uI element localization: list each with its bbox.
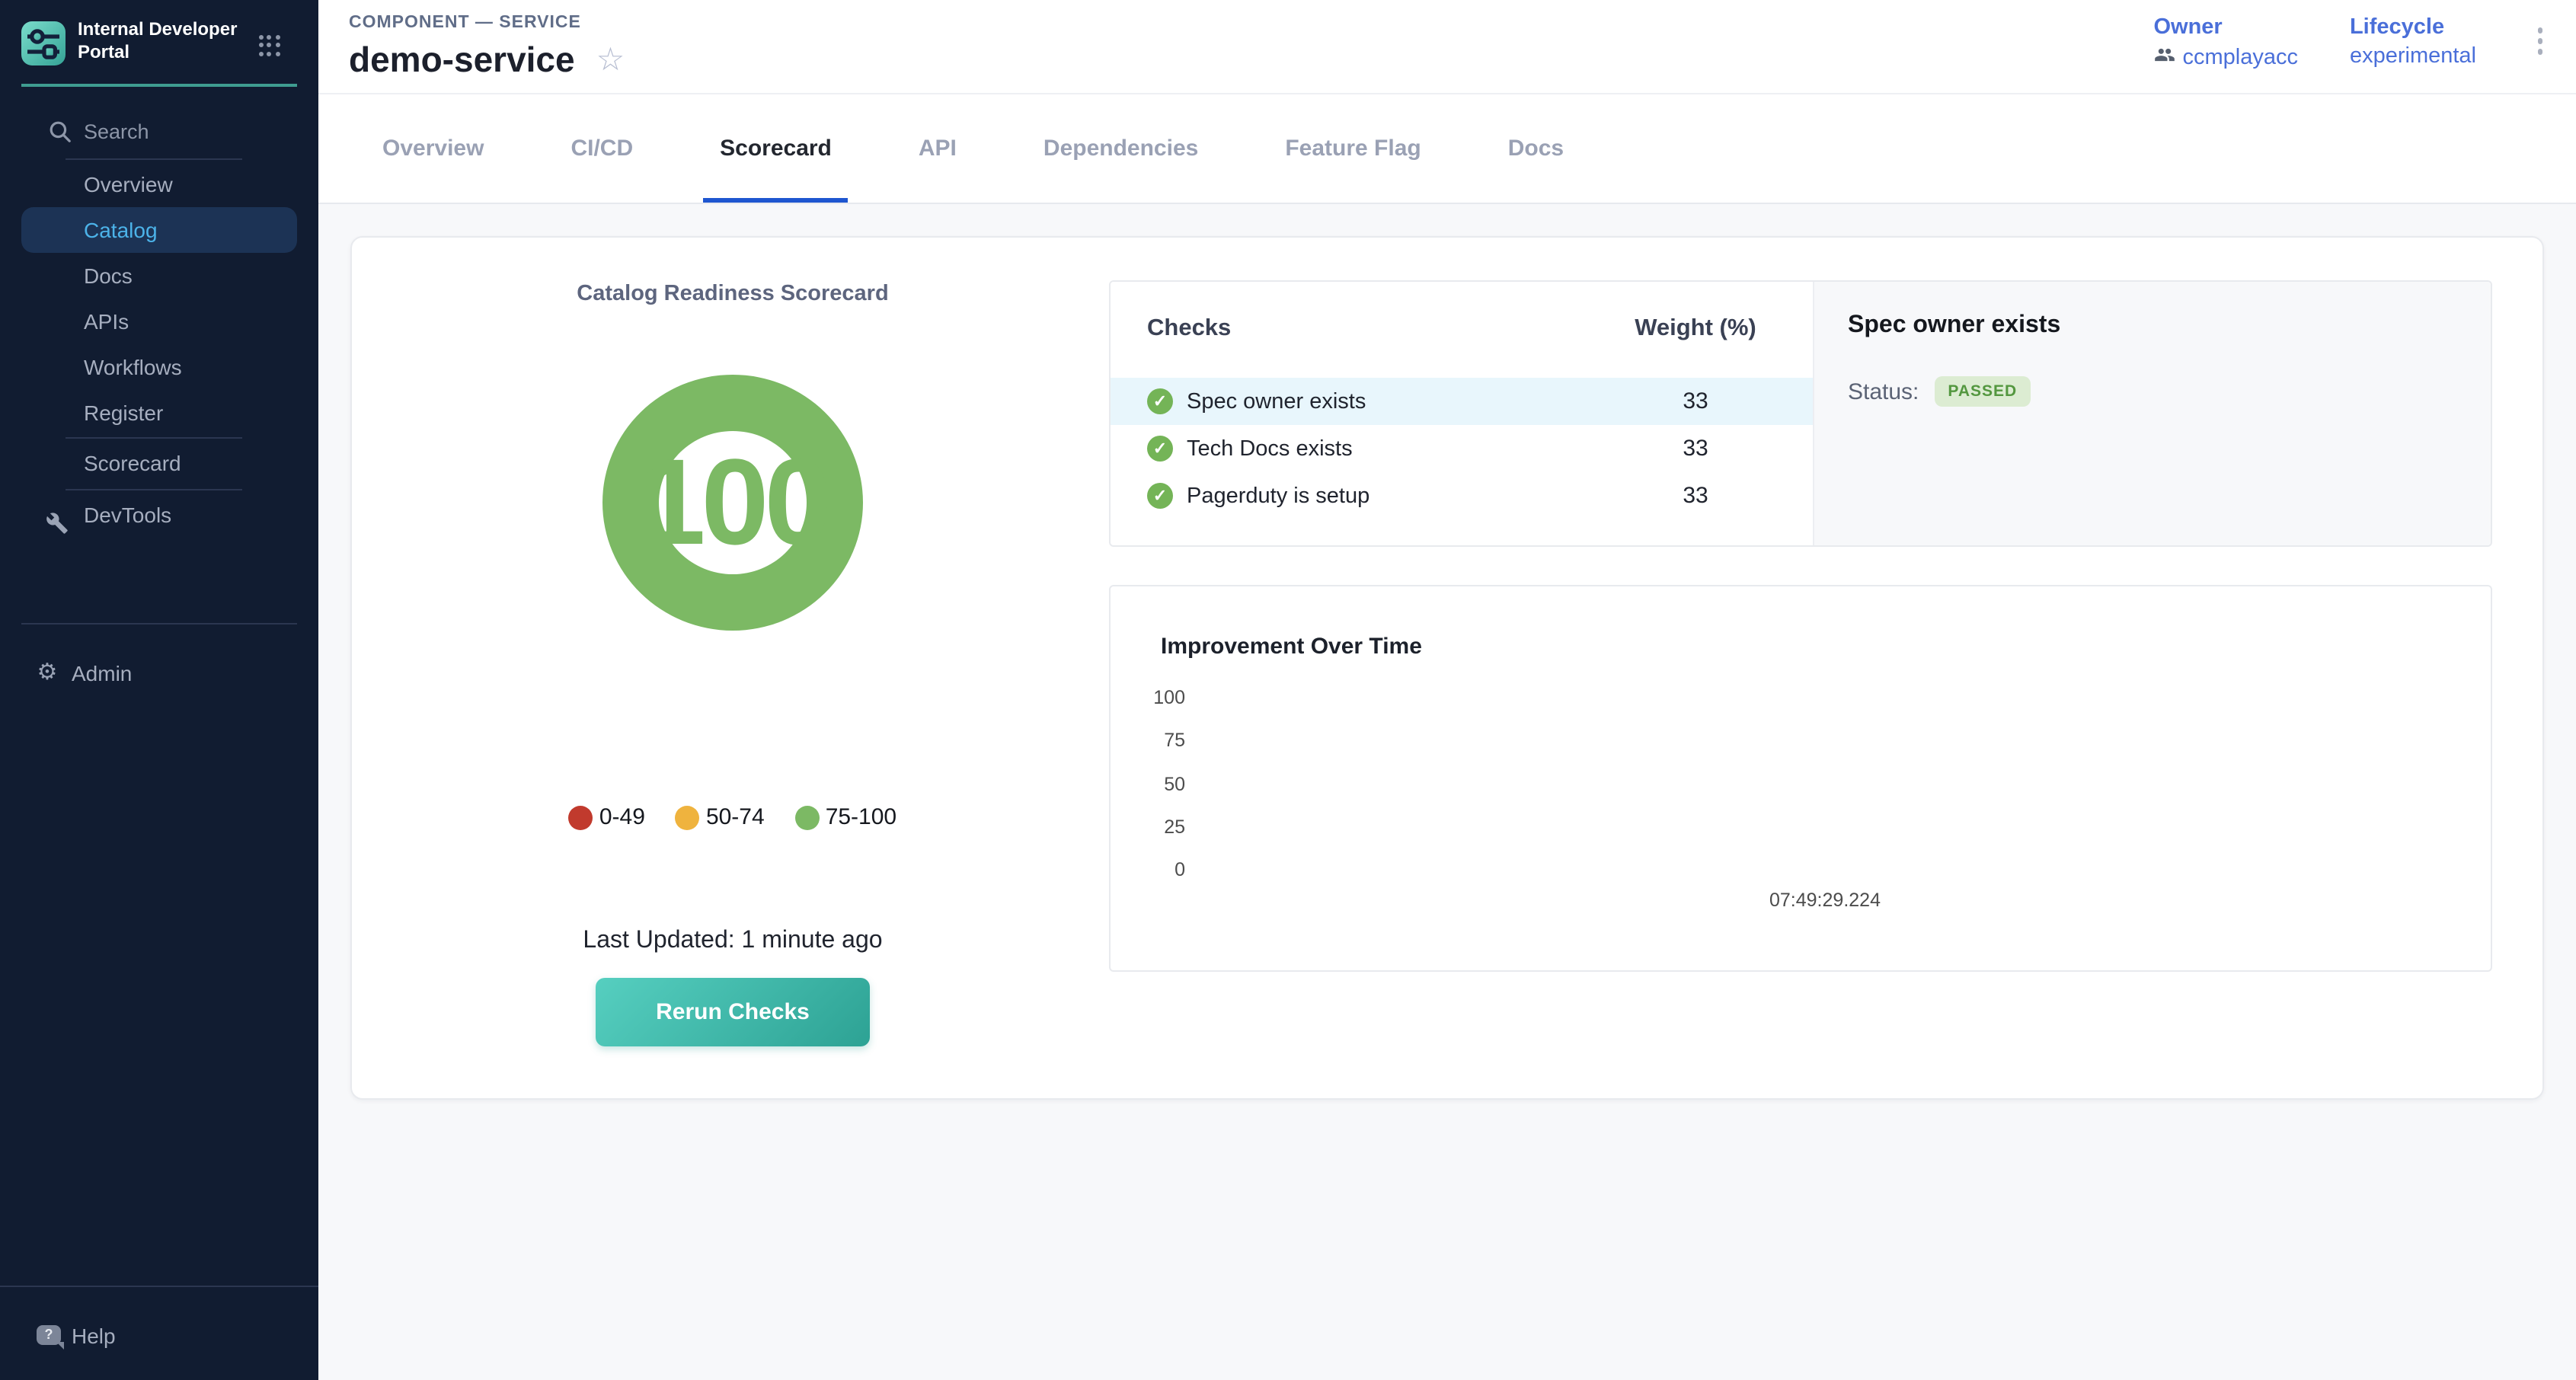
sidebar-divider [66, 158, 242, 160]
legend-label: 75-100 [826, 804, 896, 830]
gear-icon [34, 650, 61, 696]
sidebar-item-register[interactable]: Register [0, 390, 318, 436]
score-gauge: 100 [602, 375, 863, 631]
tab-overview[interactable]: Overview [382, 94, 484, 203]
sidebar-item-catalog[interactable]: Catalog [21, 207, 297, 253]
check-passed-icon [1147, 388, 1173, 414]
sidebar-item-label: DevTools [84, 503, 171, 527]
group-icon [2153, 44, 2175, 72]
sidebar: Internal Developer Portal Overview Catal… [0, 0, 318, 1380]
lifecycle-label: Lifecycle [2350, 15, 2476, 40]
sidebar-accent-divider [21, 84, 297, 87]
apps-grid-icon[interactable] [259, 35, 280, 56]
owner-label: Owner [2153, 15, 2298, 40]
tab-api[interactable]: API [919, 94, 957, 203]
more-options-icon[interactable] [2528, 24, 2552, 57]
search-input[interactable] [84, 114, 282, 148]
wrench-icon [46, 504, 69, 550]
y-axis-tick: 0 [1124, 859, 1185, 880]
owner-value: ccmplayacc [2182, 46, 2298, 70]
rerun-checks-button[interactable]: Rerun Checks [596, 978, 870, 1046]
x-axis-tick: 07:49:29.224 [1769, 890, 1881, 911]
status-badge: PASSED [1934, 376, 2031, 407]
sidebar-item-workflows[interactable]: Workflows [0, 344, 318, 390]
checks-column-header: Checks [1147, 315, 1231, 343]
chart-title: Improvement Over Time [1161, 634, 1422, 660]
check-passed-icon [1147, 436, 1173, 462]
viewport: Internal Developer Portal Overview Catal… [0, 0, 2576, 1380]
sidebar-divider [66, 437, 242, 439]
sidebar-item-overview[interactable]: Overview [0, 161, 318, 207]
y-axis-tick: 75 [1124, 730, 1185, 751]
tab-feature-flag[interactable]: Feature Flag [1285, 94, 1421, 203]
sidebar-item-apis[interactable]: APIs [0, 299, 318, 344]
sidebar-divider [21, 623, 297, 625]
legend-dot-green [795, 805, 820, 829]
sidebar-item-scorecard[interactable]: Scorecard [0, 440, 318, 486]
legend-label: 50-74 [706, 804, 765, 830]
check-passed-icon [1147, 483, 1173, 509]
scorecard-title: Catalog Readiness Scorecard [352, 282, 1114, 306]
score-legend: 0-49 50-74 75-100 [352, 804, 1114, 830]
favorite-star-icon[interactable] [596, 44, 625, 76]
legend-item-mid: 50-74 [676, 804, 765, 830]
breadcrumb: COMPONENT — SERVICE [349, 14, 581, 32]
owner-block: Owner ccmplayacc [2153, 15, 2298, 72]
tab-docs[interactable]: Docs [1508, 94, 1564, 203]
sidebar-nav-tools: DevTools [0, 492, 318, 538]
legend-dot-red [569, 805, 593, 829]
app-title: Internal Developer Portal [78, 18, 248, 62]
status-label: Status: [1848, 379, 1919, 404]
sidebar-search[interactable] [0, 110, 318, 152]
main-area: COMPONENT — SERVICE demo-service Owner c… [318, 0, 2576, 1380]
legend-item-low: 0-49 [569, 804, 645, 830]
app-root: Internal Developer Portal Overview Catal… [0, 0, 2576, 1380]
gauge-column: Catalog Readiness Scorecard 100 0-49 50-… [352, 238, 1114, 1098]
sidebar-item-label: Admin [72, 650, 132, 696]
legend-dot-amber [676, 805, 700, 829]
lifecycle-block: Lifecycle experimental [2350, 15, 2476, 69]
checks-table: Checks Weight (%) Spec owner exists 33 T… [1111, 282, 1813, 545]
sidebar-divider [0, 1286, 318, 1287]
tab-scorecard[interactable]: Scorecard [720, 94, 832, 203]
app-logo-icon [21, 21, 66, 65]
sidebar-nav: Overview Catalog Docs APIs Workflows Reg… [0, 161, 318, 436]
tab-dependencies[interactable]: Dependencies [1044, 94, 1198, 203]
legend-label: 0-49 [599, 804, 645, 830]
checks-panel: Checks Weight (%) Spec owner exists 33 T… [1109, 280, 2492, 547]
lifecycle-value: experimental [2350, 44, 2476, 69]
y-axis-tick: 50 [1124, 774, 1185, 795]
entity-header: COMPONENT — SERVICE demo-service Owner c… [318, 0, 2576, 94]
y-axis-tick: 100 [1124, 687, 1185, 708]
help-chat-icon: ? [37, 1325, 61, 1345]
score-value: 100 [638, 433, 828, 573]
sidebar-item-help[interactable]: ? Help [0, 1313, 318, 1359]
table-row[interactable]: Spec owner exists 33 [1111, 378, 1813, 425]
weight-column-header: Weight (%) [1635, 315, 1756, 343]
sidebar-item-label: Help [72, 1313, 116, 1359]
tab-cicd[interactable]: CI/CD [570, 94, 633, 203]
page-title: demo-service [349, 40, 575, 81]
search-icon [49, 120, 72, 151]
sidebar-item-devtools[interactable]: DevTools [0, 492, 318, 538]
check-detail-panel: Spec owner exists Status: PASSED [1813, 282, 2491, 545]
table-row[interactable]: Pagerduty is setup 33 [1111, 472, 1813, 519]
sidebar-item-admin[interactable]: Admin [0, 650, 318, 696]
checks-rows: Spec owner exists 33 Tech Docs exists 33… [1111, 378, 1813, 519]
entity-meta: Owner ccmplayacc Lifecycle experimental [2153, 15, 2552, 72]
tab-content: Catalog Readiness Scorecard 100 0-49 50-… [318, 204, 2576, 1380]
legend-item-high: 75-100 [795, 804, 896, 830]
table-row[interactable]: Tech Docs exists 33 [1111, 425, 1813, 472]
last-updated-text: Last Updated: 1 minute ago [352, 928, 1114, 955]
entity-tabs: Overview CI/CD Scorecard API Dependencie… [318, 94, 2576, 204]
scorecard-card: Catalog Readiness Scorecard 100 0-49 50-… [350, 236, 2544, 1100]
sidebar-item-docs[interactable]: Docs [0, 253, 318, 299]
sidebar-divider [66, 489, 242, 490]
sidebar-nav-secondary: Scorecard [0, 440, 318, 486]
check-detail-title: Spec owner exists [1848, 312, 2457, 340]
owner-link[interactable]: ccmplayacc [2153, 44, 2298, 72]
y-axis-tick: 25 [1124, 816, 1185, 838]
improvement-chart: Improvement Over Time 100 75 50 25 0 07:… [1109, 585, 2492, 972]
